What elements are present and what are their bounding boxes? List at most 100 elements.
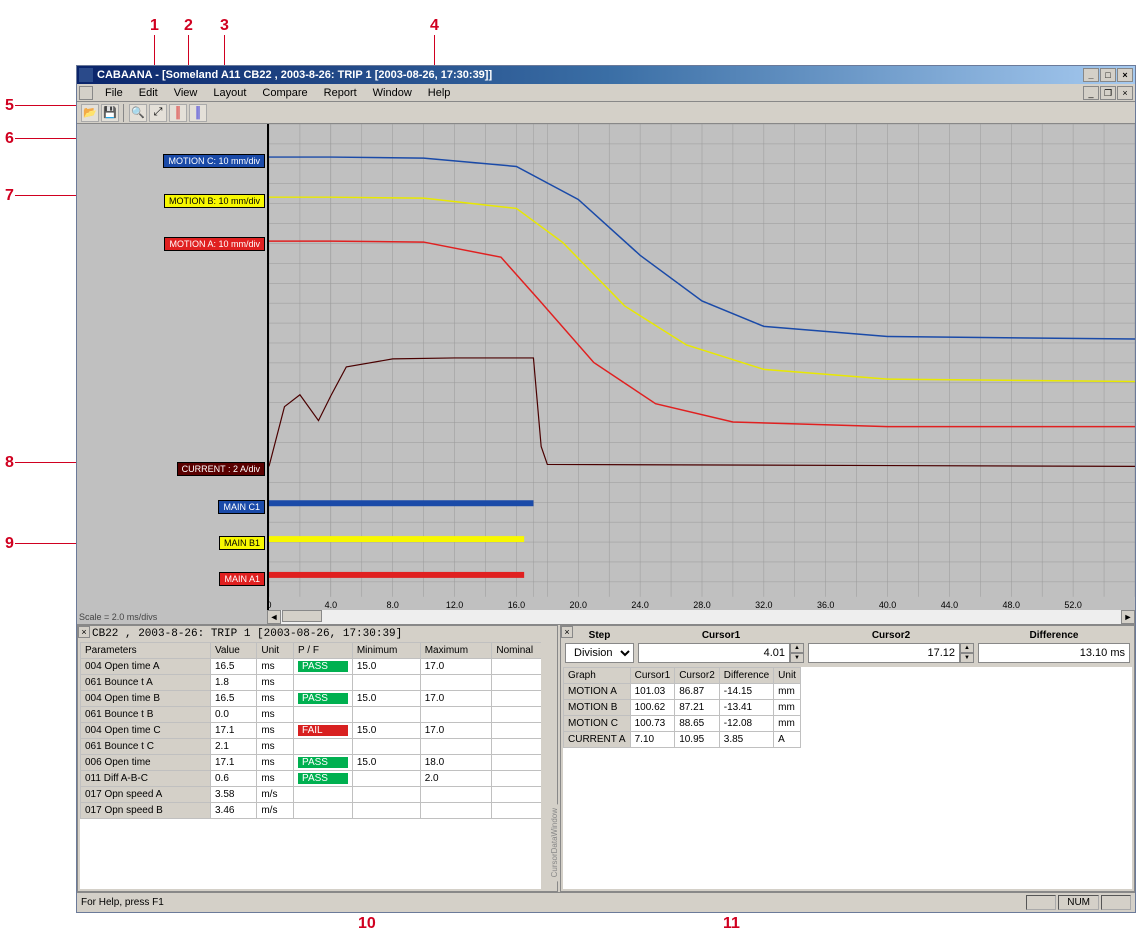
doc-icon — [79, 86, 93, 100]
param-header[interactable]: Value — [211, 643, 257, 659]
open-button[interactable]: 📂 — [81, 104, 99, 122]
cursor1-label: Cursor1 — [638, 630, 804, 641]
svg-text:28.0: 28.0 — [693, 600, 710, 610]
zoom-button[interactable]: 🔍 — [129, 104, 147, 122]
close-button[interactable]: × — [1117, 68, 1133, 82]
menu-layout[interactable]: Layout — [205, 85, 254, 101]
cursor-header[interactable]: Unit — [774, 668, 801, 684]
difference-label: Difference — [978, 630, 1130, 641]
table-row[interactable]: 004 Open time C17.1msFAIL15.017.0 — [81, 723, 555, 739]
callout-4: 4 — [430, 17, 439, 35]
mdi-restore-button[interactable]: ❐ — [1100, 86, 1116, 100]
menu-view[interactable]: View — [166, 85, 206, 101]
callout-9: 9 — [5, 535, 14, 553]
trace-label-main-b[interactable]: MAIN B1 — [219, 536, 265, 550]
trace-label-current[interactable]: CURRENT : 2 A/div — [177, 462, 265, 476]
svg-text:4.0: 4.0 — [325, 600, 337, 610]
parameter-table: ParametersValueUnitP / FMinimumMaximumNo… — [80, 642, 555, 819]
scroll-thumb[interactable] — [282, 610, 322, 622]
table-row[interactable]: 011 Diff A-B-C0.6msPASS2.0 — [81, 771, 555, 787]
menu-help[interactable]: Help — [420, 85, 459, 101]
scroll-right-button[interactable]: ► — [1121, 610, 1135, 624]
graph-plot[interactable]: 04.08.012.016.020.024.028.032.036.040.04… — [267, 124, 1135, 624]
window-title: CABAANA - [Someland A11 CB22 , 2003-8-26… — [97, 69, 1083, 81]
trace-label-main-c[interactable]: MAIN C1 — [218, 500, 265, 514]
cursor-header[interactable]: Cursor1 — [630, 668, 675, 684]
zoom-fit-button[interactable]: ⤢ — [149, 104, 167, 122]
menu-bar: File Edit View Layout Compare Report Win… — [77, 84, 1135, 102]
svg-text:8.0: 8.0 — [386, 600, 398, 610]
mdi-minimize-button[interactable]: _ — [1083, 86, 1099, 100]
cursor-header[interactable]: Cursor2 — [675, 668, 720, 684]
param-close-button[interactable]: × — [78, 626, 90, 638]
lower-panels: × CB22 , 2003-8-26: TRIP 1 [2003-08-26, … — [77, 624, 1135, 892]
plot-svg: 04.08.012.016.020.024.028.032.036.040.04… — [269, 124, 1135, 612]
status-empty2 — [1101, 895, 1131, 910]
table-row[interactable]: CURRENT A7.1010.953.85A — [564, 732, 801, 748]
table-row[interactable]: 061 Bounce t C2.1ms — [81, 739, 555, 755]
status-bar: For Help, press F1 NUM — [77, 892, 1135, 912]
cursor-panel: × Step Division Cursor1 ▲▼ Cursor2 ▲▼ — [560, 625, 1135, 892]
graph-area: MOTION C: 10 mm/div MOTION B: 10 mm/div … — [77, 124, 1135, 624]
svg-text:36.0: 36.0 — [817, 600, 834, 610]
title-bar: CABAANA - [Someland A11 CB22 , 2003-8-26… — [77, 66, 1135, 84]
trace-label-motion-a[interactable]: MOTION A: 10 mm/div — [164, 237, 265, 251]
trace-label-main-a[interactable]: MAIN A1 — [219, 572, 265, 586]
cursor1-input[interactable] — [638, 643, 790, 663]
maximize-button[interactable]: □ — [1100, 68, 1116, 82]
save-button[interactable]: 💾 — [101, 104, 119, 122]
svg-text:44.0: 44.0 — [941, 600, 958, 610]
cursor2-button[interactable]: ║ — [189, 104, 207, 122]
trace-label-motion-c[interactable]: MOTION C: 10 mm/div — [163, 154, 265, 168]
svg-text:52.0: 52.0 — [1064, 600, 1081, 610]
table-row[interactable]: MOTION C100.7388.65-12.08mm — [564, 716, 801, 732]
table-row[interactable]: 017 Opn speed A3.58m/s — [81, 787, 555, 803]
table-row[interactable]: 061 Bounce t B0.0ms — [81, 707, 555, 723]
menu-file[interactable]: File — [97, 85, 131, 101]
app-icon — [79, 68, 93, 82]
cursor1-button[interactable]: ║ — [169, 104, 187, 122]
cursor-table: GraphCursor1Cursor2DifferenceUnit MOTION… — [563, 667, 801, 748]
step-select[interactable]: Division — [565, 643, 634, 663]
minimize-button[interactable]: _ — [1083, 68, 1099, 82]
status-empty1 — [1026, 895, 1056, 910]
difference-output — [978, 643, 1130, 663]
cursor2-input[interactable] — [808, 643, 960, 663]
svg-text:12.0: 12.0 — [446, 600, 463, 610]
param-header[interactable]: Maximum — [420, 643, 492, 659]
cursor-close-button[interactable]: × — [561, 626, 573, 638]
cursor-header[interactable]: Difference — [719, 668, 773, 684]
callout-7: 7 — [5, 187, 14, 205]
parameter-panel: × CB22 , 2003-8-26: TRIP 1 [2003-08-26, … — [77, 625, 558, 892]
status-num: NUM — [1058, 895, 1099, 910]
cursor-side-tab[interactable]: CursorDataWindow — [549, 804, 560, 881]
param-header[interactable]: Parameters — [81, 643, 211, 659]
table-row[interactable]: MOTION A101.0386.87-14.15mm — [564, 684, 801, 700]
callout-11: 11 — [723, 915, 740, 933]
table-row[interactable]: MOTION B100.6287.21-13.41mm — [564, 700, 801, 716]
svg-text:40.0: 40.0 — [879, 600, 896, 610]
trace-label-motion-b[interactable]: MOTION B: 10 mm/div — [164, 194, 265, 208]
mdi-close-button[interactable]: × — [1117, 86, 1133, 100]
menu-report[interactable]: Report — [316, 85, 365, 101]
scroll-left-button[interactable]: ◄ — [267, 610, 281, 624]
table-row[interactable]: 004 Open time B16.5msPASS15.017.0 — [81, 691, 555, 707]
menu-edit[interactable]: Edit — [131, 85, 166, 101]
menu-window[interactable]: Window — [365, 85, 420, 101]
cursor-header[interactable]: Graph — [564, 668, 631, 684]
table-row[interactable]: 017 Opn speed B3.46m/s — [81, 803, 555, 819]
param-header[interactable]: Minimum — [352, 643, 420, 659]
param-title: CB22 , 2003-8-26: TRIP 1 [2003-08-26, 17… — [78, 626, 557, 642]
param-header[interactable]: P / F — [294, 643, 353, 659]
table-row[interactable]: 006 Open time17.1msPASS15.018.0 — [81, 755, 555, 771]
menu-compare[interactable]: Compare — [254, 85, 315, 101]
svg-text:24.0: 24.0 — [631, 600, 648, 610]
param-header[interactable]: Unit — [257, 643, 294, 659]
table-row[interactable]: 004 Open time A16.5msPASS15.017.0 — [81, 659, 555, 675]
graph-hscroll[interactable]: ◄ ► — [267, 610, 1135, 624]
svg-text:0: 0 — [269, 600, 272, 610]
svg-text:16.0: 16.0 — [508, 600, 525, 610]
main-window: CABAANA - [Someland A11 CB22 , 2003-8-26… — [76, 65, 1136, 913]
table-row[interactable]: 061 Bounce t A1.8ms — [81, 675, 555, 691]
callout-5: 5 — [5, 97, 14, 115]
